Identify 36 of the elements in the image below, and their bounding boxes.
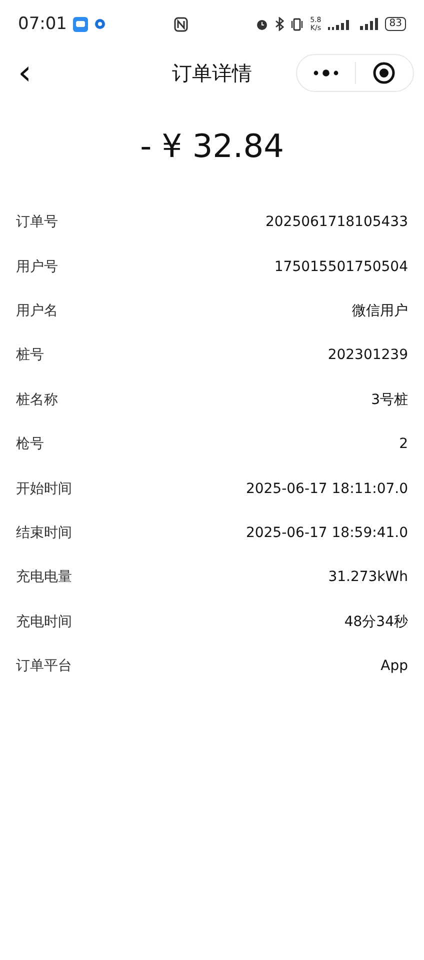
alarm-icon <box>255 17 270 31</box>
field-label: 开始时间 <box>16 480 72 498</box>
more-icon <box>312 69 339 77</box>
field-label: 订单平台 <box>16 657 72 676</box>
field-value: 2025-06-17 18:59:41.0 <box>246 524 408 541</box>
field-value: 2 <box>399 436 408 452</box>
field-value: 2025061718105433 <box>265 214 408 230</box>
field-value: 175015501750504 <box>274 258 408 275</box>
field-label: 充电时间 <box>16 612 72 631</box>
field-label: 桩号 <box>16 346 44 364</box>
field-label: 用户号 <box>16 258 58 276</box>
field-value: 48分34秒 <box>344 612 408 631</box>
nfc-icon <box>174 16 188 32</box>
field-label: 枪号 <box>16 435 44 454</box>
field-value: 微信用户 <box>352 302 408 320</box>
field-label: 充电电量 <box>16 568 72 586</box>
field-label: 订单号 <box>16 213 58 232</box>
page-title: 订单详情 <box>172 60 252 86</box>
battery-level: 83 <box>385 17 406 31</box>
signal-icon <box>359 18 380 30</box>
field-value: 2025-06-17 18:11:07.0 <box>246 480 408 497</box>
back-button[interactable]: ‹ <box>14 56 36 90</box>
field-value: 3号桩 <box>371 390 408 409</box>
vibrate-icon <box>290 18 304 30</box>
field-label: 用户名 <box>16 302 58 320</box>
field-value: 202301239 <box>328 347 408 364</box>
order-amount: - ¥ 32.84 <box>139 126 285 166</box>
field-label: 桩名称 <box>16 390 58 409</box>
field-value: 31.273kWh <box>328 569 408 586</box>
field-label: 结束时间 <box>16 524 72 542</box>
target-icon <box>373 62 396 84</box>
field-value: App <box>380 658 408 674</box>
status-time: 07:01 <box>18 14 67 34</box>
app-notification-icon <box>94 18 106 30</box>
message-app-icon <box>73 16 88 32</box>
bluetooth-icon <box>275 17 284 31</box>
